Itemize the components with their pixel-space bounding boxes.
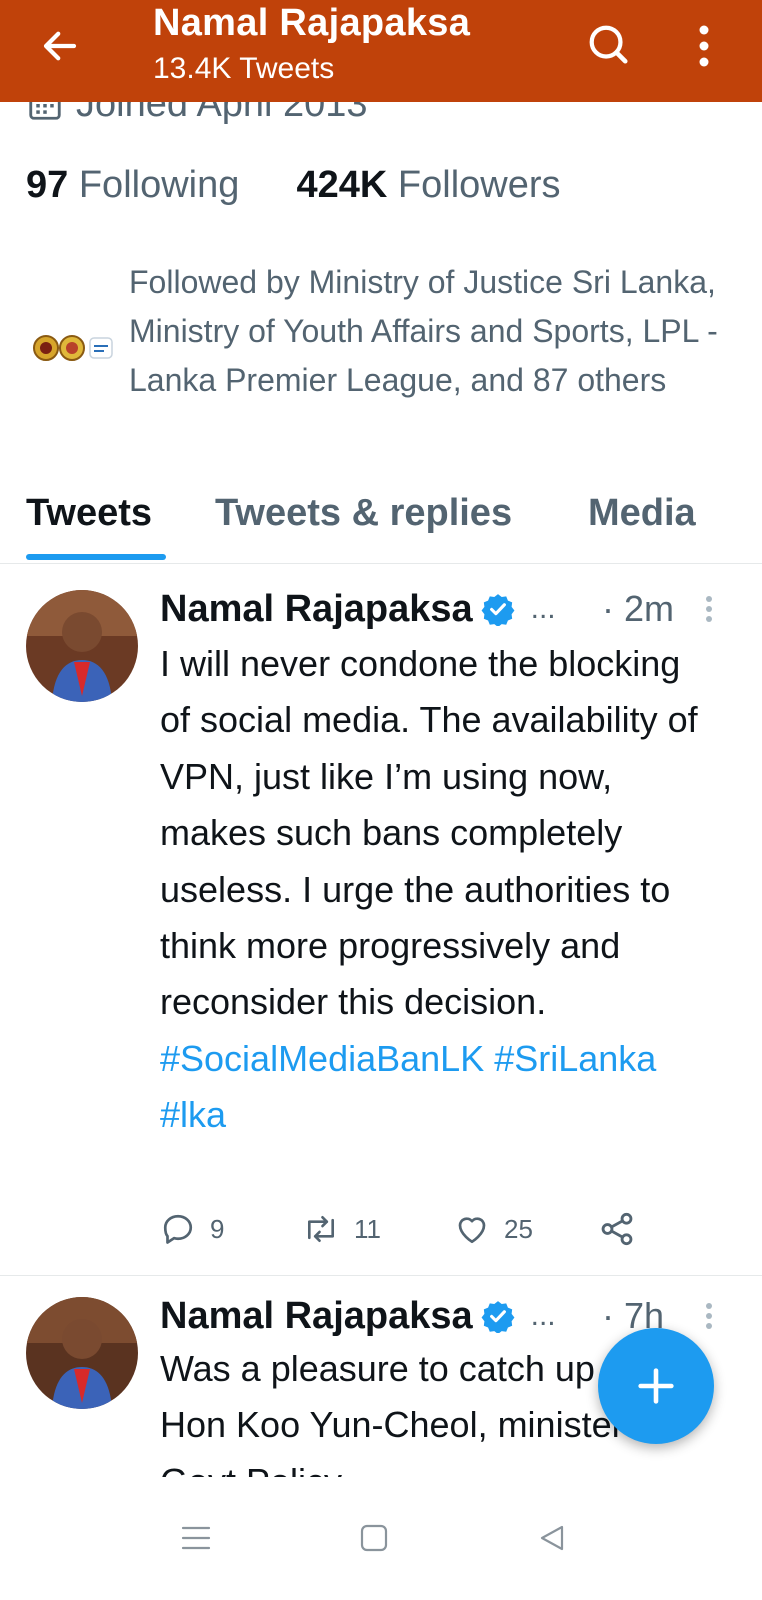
heart-icon: [458, 1217, 486, 1244]
reply-icon: [163, 1214, 193, 1244]
tweet-more-button[interactable]: [704, 592, 714, 626]
plus-icon: [638, 1368, 674, 1404]
verified-badge-icon: [481, 1301, 515, 1333]
followers-link[interactable]: 424K Followers: [297, 164, 561, 206]
home-button[interactable]: [344, 1508, 404, 1568]
recent-apps-button[interactable]: [166, 1508, 226, 1568]
triangle-back-icon: [540, 1525, 564, 1551]
square-icon: [360, 1524, 388, 1552]
more-vertical-icon: [699, 25, 709, 67]
tab-media[interactable]: Media: [588, 492, 696, 535]
more-vertical-icon: [706, 1303, 712, 1329]
retweet-icon: [307, 1215, 335, 1243]
avatar[interactable]: [26, 1297, 138, 1409]
more-vertical-icon: [706, 596, 712, 622]
search-icon: [589, 25, 628, 64]
header-title: Namal Rajapaksa: [153, 2, 471, 44]
name-ellipsis: ...: [530, 1299, 556, 1332]
tab-tweets[interactable]: Tweets: [26, 492, 152, 535]
tweet-body: I will never condone the blocking of soc…: [160, 643, 698, 1023]
tweet-text: I will never condone the blocking of soc…: [160, 636, 720, 1144]
app-header: Namal Rajapaksa 13.4K Tweets: [0, 0, 762, 102]
like-button[interactable]: 25: [454, 1204, 533, 1254]
tweet-author[interactable]: Namal Rajapaksa: [160, 588, 473, 631]
retweet-count: 11: [354, 1213, 381, 1244]
followers-label: Followers: [397, 164, 561, 206]
compose-tweet-button[interactable]: [598, 1328, 714, 1444]
arrow-left-icon: [43, 31, 77, 61]
active-tab-indicator: [26, 554, 166, 560]
following-link[interactable]: 97 Following: [26, 164, 239, 206]
back-button[interactable]: [36, 22, 84, 70]
like-count: 25: [504, 1213, 533, 1244]
verified-badge-icon: [481, 594, 515, 626]
menu-icon: [181, 1526, 211, 1550]
tweet-author[interactable]: Namal Rajapaksa: [160, 1295, 473, 1338]
more-options-button[interactable]: [690, 20, 718, 72]
header-tweet-count: 13.4K Tweets: [153, 52, 335, 85]
followers-count: 424K: [296, 164, 388, 206]
reply-count: 9: [210, 1213, 225, 1244]
emblem-icon: [33, 335, 113, 361]
tweet-hashtags[interactable]: #SocialMediaBanLK #SriLanka #lka: [160, 1038, 656, 1135]
tab-tweets-replies[interactable]: Tweets & replies: [215, 492, 512, 535]
follow-counts: 97 Following 424K Followers: [26, 164, 561, 207]
tweet-time: · 2m: [602, 588, 674, 629]
share-icon: [601, 1212, 633, 1246]
tweet-actions: 9 11 25: [160, 1204, 660, 1254]
avatar[interactable]: [26, 590, 138, 702]
system-nav-bar: [0, 1478, 762, 1600]
retweet-button[interactable]: 11: [302, 1204, 381, 1254]
tweet-more-button[interactable]: [704, 1299, 714, 1333]
following-count: 97: [26, 164, 69, 206]
follower-avatars: [32, 322, 116, 372]
reply-button[interactable]: 9: [160, 1204, 224, 1254]
tweet[interactable]: Namal Rajapaksa ... · 2m I will never co…: [0, 564, 762, 1276]
search-button[interactable]: [584, 20, 632, 68]
profile-tabs: Tweets Tweets & replies Media: [0, 480, 762, 564]
following-label: Following: [78, 164, 240, 206]
followed-by-text: Followed by Ministry of Justice Sri Lank…: [129, 264, 718, 398]
name-ellipsis: ...: [530, 592, 556, 625]
tweet-header: Namal Rajapaksa ... · 2m: [160, 584, 740, 634]
system-back-button[interactable]: [522, 1508, 582, 1568]
share-button[interactable]: [598, 1204, 636, 1254]
